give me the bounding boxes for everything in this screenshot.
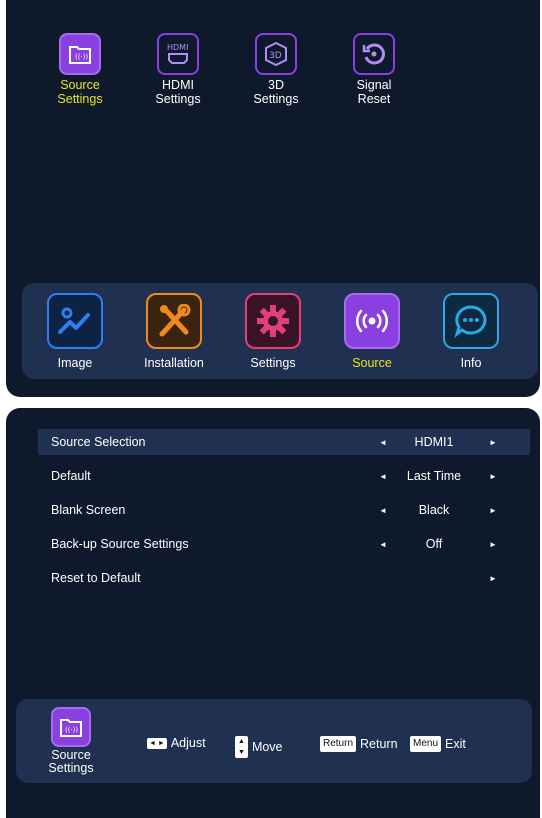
setting-row-blank-screen[interactable]: Blank Screen ◄ Black ► — [38, 497, 530, 523]
main-menu-bar: Image Installation Settings Source Info — [22, 283, 538, 379]
submenu-hdmi-settings[interactable]: HDMI HDMI Settings — [142, 33, 214, 106]
arrow-right-icon[interactable]: ► — [489, 574, 497, 583]
arrow-right-icon[interactable]: ► — [489, 540, 497, 549]
left-right-keys-icon: ◄ ► — [147, 737, 167, 749]
submenu-label: Signal Reset — [356, 78, 392, 106]
folder-signal-icon: ((·)) — [59, 33, 101, 75]
setting-value: Last Time — [406, 469, 462, 483]
submenu-label: HDMI Settings — [155, 78, 201, 106]
main-menu-panel: ((·)) Source Settings HDMI HDMI Settings… — [6, 0, 540, 397]
3d-icon: 3D — [255, 33, 297, 75]
submenu-label: 3D Settings — [253, 78, 299, 106]
arrow-right-icon[interactable]: ► — [489, 472, 497, 481]
menu-item-label: Source — [352, 356, 392, 370]
signal-reset-icon — [353, 33, 395, 75]
menu-item-info[interactable]: Info — [426, 293, 516, 370]
menu-key: Menu — [410, 736, 442, 752]
submenu-signal-reset[interactable]: Signal Reset — [338, 33, 410, 106]
hint-adjust: ◄ ► Adjust — [147, 736, 206, 750]
svg-text:HDMI: HDMI — [167, 43, 188, 52]
submenu-3d-settings[interactable]: 3D 3D Settings — [240, 33, 312, 106]
menu-item-label: Info — [460, 356, 482, 370]
current-menu-indicator: ((·)) Source Settings — [38, 707, 104, 775]
setting-value: HDMI1 — [414, 435, 454, 449]
footer-bar: ((·)) Source Settings ◄ ► Adjust ▲ ▼ Move… — [16, 699, 532, 783]
chat-icon — [443, 293, 499, 349]
current-menu-label: Source Settings — [48, 748, 94, 775]
broadcast-icon — [344, 293, 400, 349]
gear-icon — [245, 293, 301, 349]
arrow-left-icon[interactable]: ◄ — [379, 472, 387, 481]
arrow-right-icon[interactable]: ► — [489, 438, 497, 447]
menu-item-installation[interactable]: Installation — [129, 293, 219, 370]
up-down-keys-icon: ▲ ▼ — [235, 736, 248, 758]
menu-item-label: Installation — [144, 356, 204, 370]
setting-row-default[interactable]: Default ◄ Last Time ► — [38, 463, 530, 489]
hint-label: Exit — [445, 737, 466, 751]
svg-text:((·)): ((·)) — [75, 53, 88, 61]
hint-label: Move — [251, 740, 283, 754]
hint-move: ▲ ▼ Move — [235, 736, 283, 758]
menu-item-label: Image — [57, 356, 93, 370]
setting-row-backup-source[interactable]: Back-up Source Settings ◄ Off ► — [38, 531, 530, 557]
arrow-left-icon[interactable]: ◄ — [379, 540, 387, 549]
setting-row-reset-to-default[interactable]: Reset to Default ► — [38, 565, 530, 591]
setting-value: Black — [418, 503, 450, 517]
setting-value: Off — [425, 537, 443, 551]
hint-label: Return — [360, 737, 398, 751]
submenu-source-settings[interactable]: ((·)) Source Settings — [44, 33, 116, 106]
menu-item-source[interactable]: Source — [327, 293, 417, 370]
svg-text:3D: 3D — [269, 51, 282, 61]
folder-signal-icon: ((·)) — [51, 707, 91, 747]
image-icon — [47, 293, 103, 349]
submenu-label: Source Settings — [57, 78, 103, 106]
menu-item-settings[interactable]: Settings — [228, 293, 318, 370]
tools-icon — [146, 293, 202, 349]
hint-return: Return Return — [320, 736, 398, 752]
hint-label: Adjust — [170, 736, 206, 750]
return-key: Return — [320, 736, 357, 752]
svg-text:((·)): ((·)) — [65, 726, 78, 734]
menu-item-image[interactable]: Image — [30, 293, 120, 370]
setting-row-source-selection[interactable]: Source Selection ◄ HDMI1 ► — [38, 429, 530, 455]
hint-exit: Menu Exit — [410, 736, 466, 752]
arrow-left-icon[interactable]: ◄ — [379, 506, 387, 515]
menu-item-label: Settings — [250, 356, 296, 370]
setting-name: Reset to Default — [51, 571, 141, 585]
hdmi-icon: HDMI — [157, 33, 199, 75]
arrow-right-icon[interactable]: ► — [489, 506, 497, 515]
arrow-left-icon[interactable]: ◄ — [379, 438, 387, 447]
